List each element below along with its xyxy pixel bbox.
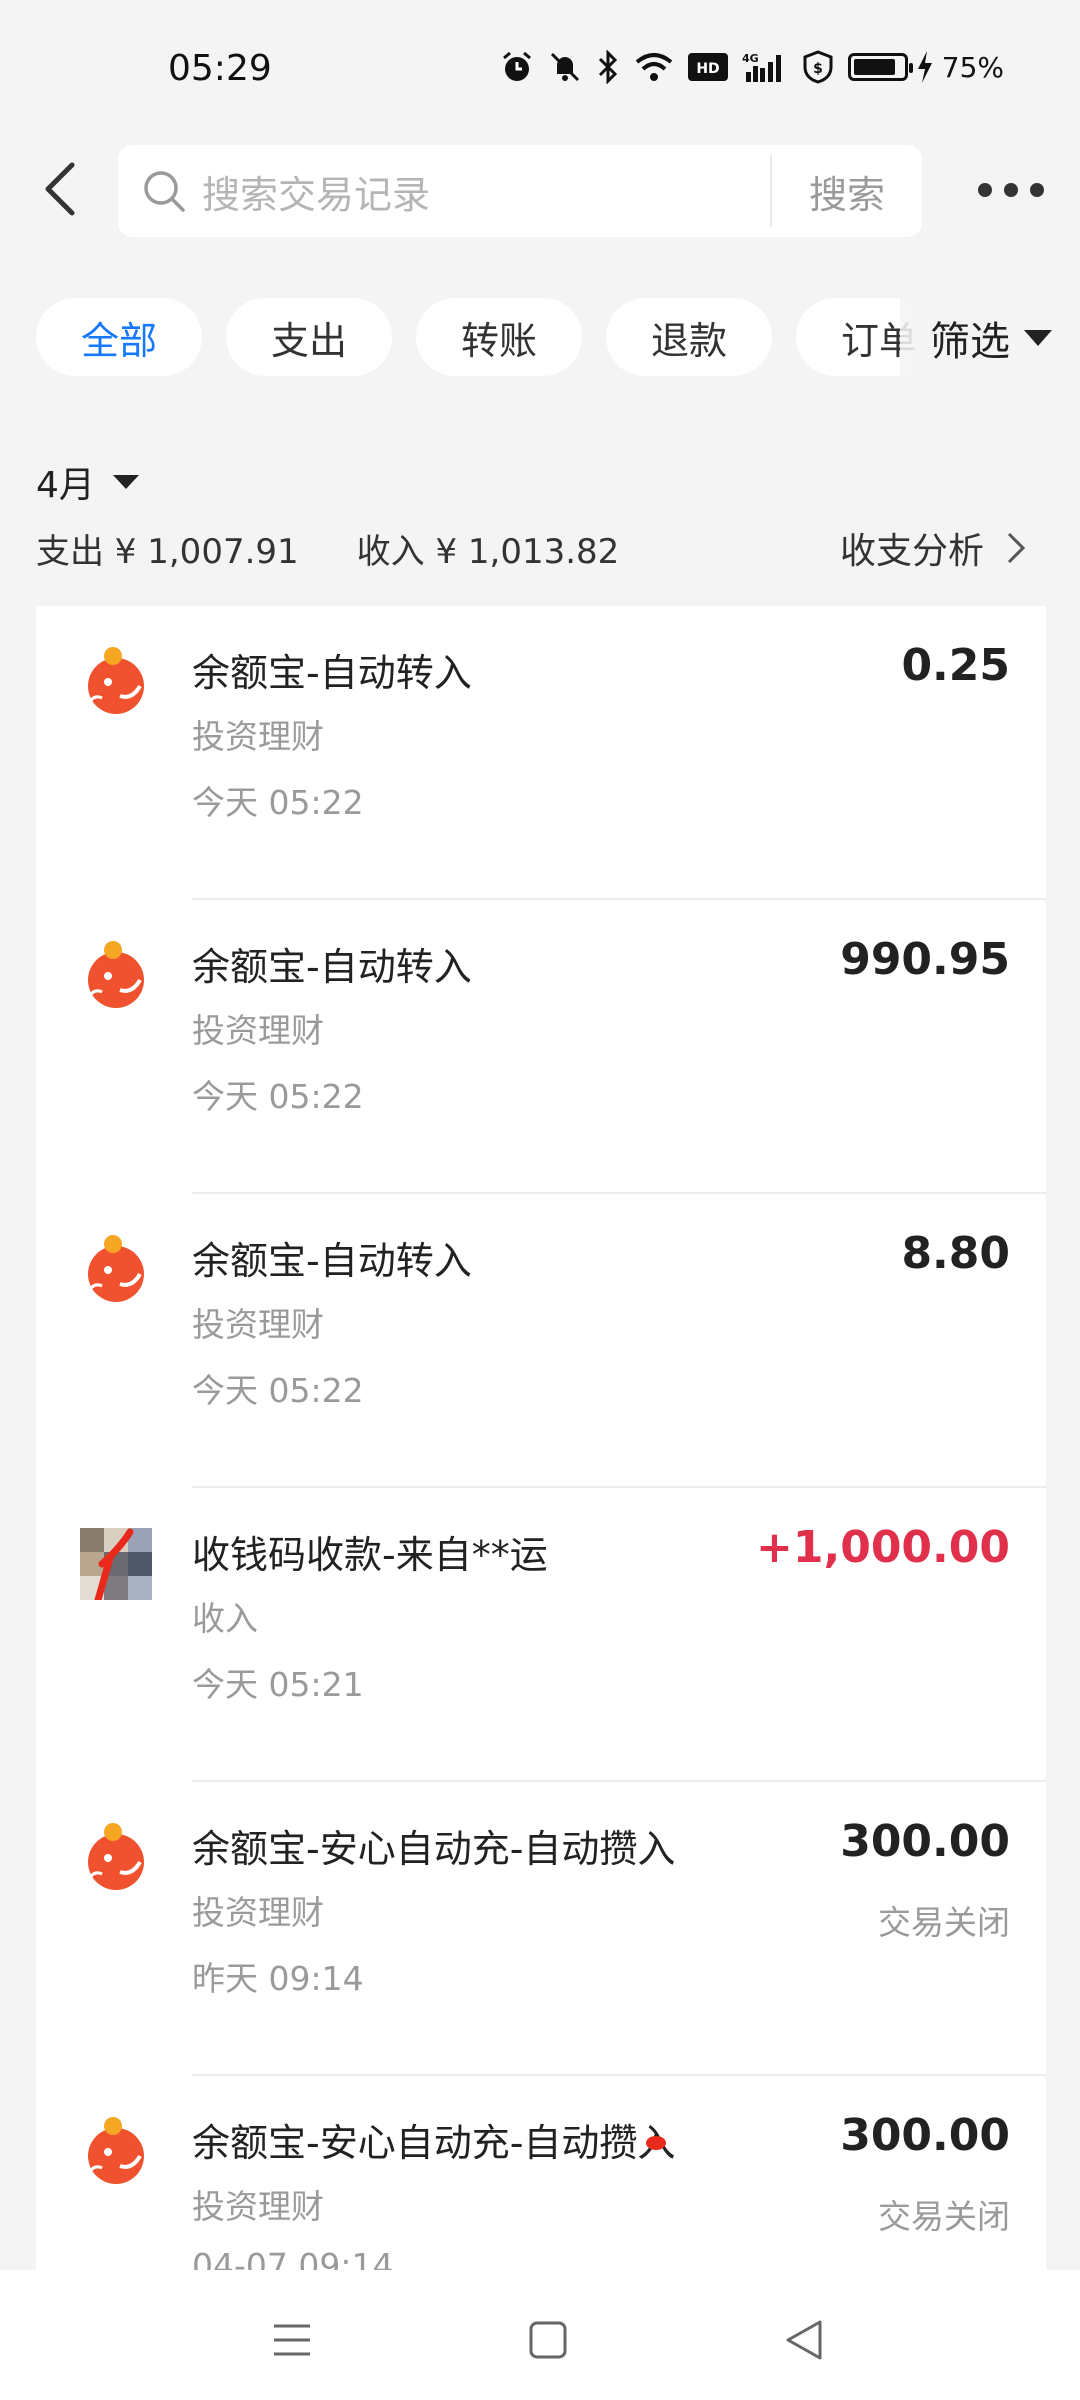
chip-refund[interactable]: 退款 [606,298,772,376]
transaction-category: 投资理财 [192,1305,324,1344]
bluetooth-icon [598,50,617,84]
analysis-label: 收支分析 [839,531,984,572]
shield-icon: $ [803,50,833,84]
back-nav-icon[interactable] [776,2310,836,2370]
back-arrow-icon[interactable] [36,159,86,219]
search-input[interactable]: 搜索交易记录 [202,164,770,219]
transaction-status: 交易关闭 [878,2197,1010,2236]
yuebao-icon [80,940,152,1012]
transaction-category: 投资理财 [192,1893,324,1932]
yuebao-icon [80,1234,152,1306]
transaction-time: 今天 05:22 [192,783,364,822]
transaction-category: 投资理财 [192,2187,324,2226]
transaction-list: 余额宝-自动转入 投资理财 今天 05:22 0.25 余额宝-自动转入 投资理财 今天 0… [36,606,1046,2276]
red-mark [646,2136,666,2150]
search-icon [144,171,185,212]
filter-label: 筛选 [930,319,1010,365]
transaction-title: 余额宝-安心自动充-自动攒入 [192,1827,676,1871]
income-total: 收入 ¥ 1,013.82 [356,532,620,572]
yuebao-icon [80,2116,152,2188]
yuebao-icon [80,646,152,718]
transaction-amount: 300.00 [840,2110,1010,2161]
transaction-title: 收钱码收款-来自**运 [192,1533,548,1577]
analysis-link[interactable]: 收支分析 [840,522,1026,574]
transaction-title: 余额宝-安心自动充-自动攒入 [192,2121,676,2165]
month-summary: 支出 ¥ 1,007.91 收入 ¥ 1,013.82 [36,524,619,573]
transaction-title: 余额宝-自动转入 [192,651,472,695]
transaction-category: 投资理财 [192,1011,324,1050]
alarm-icon [502,51,531,81]
battery-percent: 75% [941,50,1004,84]
yuebao-icon [80,1822,152,1894]
transaction-time: 今天 05:22 [192,1077,364,1116]
month-selector[interactable]: 4月 [36,456,139,508]
filter-dropdown-icon [1024,330,1052,346]
charging-icon [917,51,932,83]
status-bar: 05:29 HD 4G $ 75% [0,0,1080,140]
month-dropdown-icon [112,475,139,489]
transaction-title: 余额宝-自动转入 [192,945,472,989]
transaction-category: 收入 [192,1599,258,1638]
status-icons: HD 4G $ 75% [500,50,1004,84]
transaction-item[interactable]: 余额宝-安心自动充-自动攒入 投资理财 04-07 09:14 300.00 交易关闭 [36,2076,1046,2276]
search-header: 搜索交易记录 搜索 [0,145,1080,237]
transaction-title: 余额宝-自动转入 [192,1239,472,1283]
svg-text:4G: 4G [742,52,759,65]
transaction-item[interactable]: 余额宝-安心自动充-自动攒入投资理财昨天 09:14 300.00 交易关闭 [36,1782,1046,2076]
transaction-amount: 990.95 [840,934,1010,985]
transaction-item[interactable]: 余额宝-自动转入投资理财今天 05:22 0.25 [36,606,1046,900]
search-bar[interactable]: 搜索交易记录 搜索 [118,145,922,237]
transaction-item[interactable]: 余额宝-自动转入投资理财今天 05:22 8.80 [36,1194,1046,1488]
transaction-time: 今天 05:21 [192,1665,364,1704]
transaction-amount: +1,000.00 [756,1522,1010,1573]
more-options-icon[interactable] [978,175,1048,205]
transaction-item[interactable]: 余额宝-自动转入投资理财今天 05:22 990.95 [36,900,1046,1194]
wifi-icon [635,53,673,81]
transaction-amount: 300.00 [840,1816,1010,1867]
svg-text:HD: HD [696,61,719,77]
mute-icon [550,52,579,82]
user-avatar-icon [80,1528,152,1604]
transaction-amount: 0.25 [901,640,1010,691]
transaction-category: 投资理财 [192,717,324,756]
chip-transfer[interactable]: 转账 [416,298,582,376]
transaction-amount: 8.80 [901,1228,1010,1279]
battery-icon [847,53,913,81]
signal-icon: 4G [742,52,781,82]
search-button[interactable]: 搜索 [772,164,922,219]
transactions-panel: 4月 支出 ¥ 1,007.91 收入 ¥ 1,013.82 收支分析 余额宝-自… [36,430,1046,2276]
filter-button[interactable]: 筛选 [900,290,1080,386]
hd-icon: HD [687,53,728,81]
month-label: 4月 [36,465,95,506]
transaction-item[interactable]: 收钱码收款-来自**运收入今天 05:21 +1,000.00 [36,1488,1046,1782]
chip-all[interactable]: 全部 [36,298,202,376]
chip-expense[interactable]: 支出 [226,298,392,376]
menu-nav-icon[interactable] [262,2310,322,2370]
status-time: 05:29 [168,48,272,89]
battery-indicator: 75% [847,50,1004,84]
transaction-time: 昨天 09:14 [192,1959,364,1998]
expense-total: 支出 ¥ 1,007.91 [36,532,299,572]
transaction-time: 今天 05:22 [192,1371,364,1410]
svg-text:$: $ [813,61,823,77]
chevron-right-icon [1007,532,1026,564]
home-nav-icon[interactable] [518,2310,578,2370]
system-nav-bar [0,2270,1080,2400]
transaction-status: 交易关闭 [878,1903,1010,1942]
